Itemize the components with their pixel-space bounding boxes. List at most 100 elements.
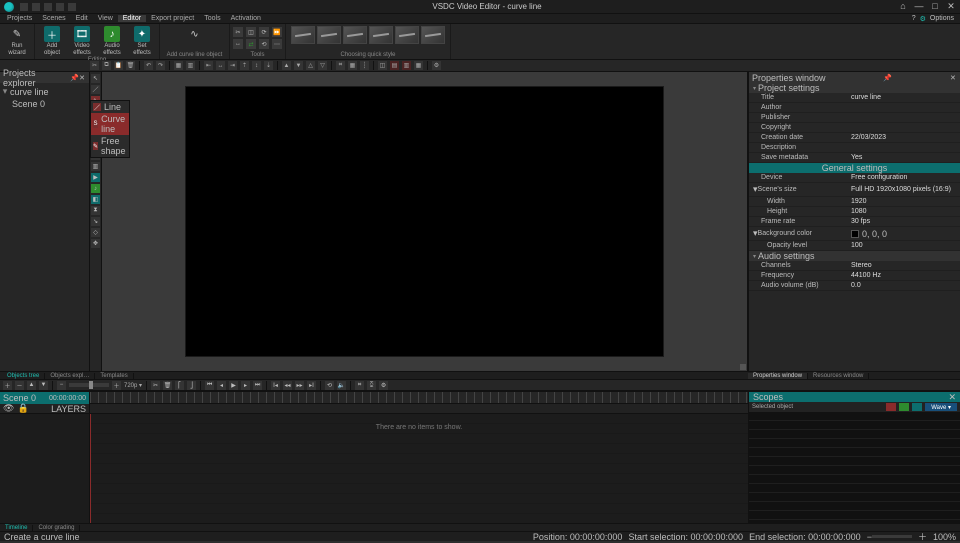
del-sel-icon[interactable]: 🗑 — [163, 381, 172, 390]
step-back-icon[interactable]: ◂ — [217, 381, 226, 390]
timeline-ruler[interactable] — [90, 392, 748, 404]
ribbon-set-effects-button[interactable]: ✦ Set effects — [128, 25, 156, 57]
tree-project-node[interactable]: ▾ curve line — [2, 85, 87, 98]
et-snap-icon[interactable]: ⌗ — [336, 61, 345, 70]
panel-pin-icon[interactable]: 📌 — [70, 74, 78, 82]
menu-help-icon[interactable]: ? — [912, 15, 916, 22]
et-front-icon[interactable]: ▲ — [282, 61, 291, 70]
prop-description-value[interactable] — [847, 143, 960, 153]
tool-cut-icon[interactable]: ✂ — [233, 27, 243, 37]
prop-height-value[interactable]: 1080 — [847, 207, 960, 217]
props-close-icon[interactable]: ✕ — [949, 74, 957, 82]
qat-save-icon[interactable] — [44, 3, 52, 11]
tool-link-icon[interactable]: ↔ — [233, 39, 243, 49]
prop-copyright-value[interactable] — [847, 123, 960, 133]
et-grid-icon[interactable]: ▦ — [348, 61, 357, 70]
prop-volume-value[interactable]: 0.0 — [847, 281, 960, 291]
props-scene-size-toggle[interactable]: ▾ Scene's size — [749, 183, 847, 197]
window-maximize-button[interactable]: □ — [930, 1, 940, 12]
resources-window-tab[interactable]: Resources window — [808, 373, 869, 379]
et-group-icon[interactable]: ▦ — [174, 61, 183, 70]
menu-projects[interactable]: Projects — [2, 15, 37, 22]
vt-audio-icon[interactable]: ♪ — [91, 184, 100, 193]
ribbon-audio-effects-button[interactable]: ♪ Audio effects — [98, 25, 126, 57]
prop-opacity-value[interactable]: 100 — [847, 241, 960, 251]
shape-freeshape-item[interactable]: ✎ Free shape — [91, 135, 129, 157]
add-track-icon[interactable]: ＋ — [3, 381, 12, 390]
play-icon[interactable]: ▶ — [229, 381, 238, 390]
quick-style-6[interactable] — [421, 26, 445, 44]
shape-line-item[interactable]: ／ Line — [91, 101, 129, 113]
prop-scene-size-value[interactable]: Full HD 1920x1080 pixels (16:9) — [847, 183, 960, 197]
scopes-mode-select[interactable]: Wave ▾ — [925, 403, 957, 411]
et-lock-icon[interactable]: ▤ — [390, 61, 399, 70]
vt-video-icon[interactable]: ▶ — [91, 173, 100, 182]
prop-width-value[interactable]: 1920 — [847, 197, 960, 207]
split-icon[interactable]: ✂ — [151, 381, 160, 390]
et-back-icon[interactable]: ▼ — [294, 61, 303, 70]
prop-fps-value[interactable]: 30 fps — [847, 217, 960, 227]
props-project-settings-hdr[interactable]: ▾ Project settings — [749, 83, 960, 93]
prev-frame-icon[interactable]: Ⅰ◂ — [271, 381, 280, 390]
resize-handle-icon[interactable] — [740, 364, 746, 370]
mark-in-icon[interactable]: ⎡ — [175, 381, 184, 390]
scopes-green-channel[interactable] — [899, 403, 909, 411]
prop-publisher-value[interactable] — [847, 113, 960, 123]
color-grading-tab[interactable]: Color grading — [33, 525, 80, 531]
prop-creation-date-value[interactable]: 22/03/2023 — [847, 133, 960, 143]
menu-export[interactable]: Export project — [146, 15, 199, 22]
prop-title-value[interactable]: curve line — [847, 93, 960, 103]
preview-canvas-area[interactable] — [102, 72, 748, 371]
tool-loop-icon[interactable]: ⟲ — [259, 39, 269, 49]
timeline-tracks[interactable]: There are no items to show. — [90, 414, 748, 523]
magnet-icon[interactable]: ⧲ — [367, 381, 376, 390]
track-down-icon[interactable]: ▼ — [39, 381, 48, 390]
et-redo-icon[interactable]: ↷ — [156, 61, 165, 70]
vt-line-icon[interactable]: ／ — [91, 85, 100, 94]
snap-tl-icon[interactable]: ⌗ — [355, 381, 364, 390]
menu-view[interactable]: View — [93, 15, 118, 22]
et-lock3-icon[interactable]: ▦ — [414, 61, 423, 70]
tool-crop-icon[interactable]: ◫ — [246, 27, 256, 37]
ribbon-curveline-button[interactable]: ∿ — [181, 25, 209, 42]
et-align-left-icon[interactable]: ⇤ — [204, 61, 213, 70]
ribbon-run-wizard-button[interactable]: ✎ Run wizard — [3, 25, 31, 57]
zoom-out-icon[interactable]: − — [57, 381, 66, 390]
tool-rotate-icon[interactable]: ⟳ — [259, 27, 269, 37]
et-guides-icon[interactable]: ┊ — [360, 61, 369, 70]
et-align-right-icon[interactable]: ⇥ — [228, 61, 237, 70]
timeline-area[interactable]: There are no items to show. — [90, 392, 748, 523]
et-align-top-icon[interactable]: ⇡ — [240, 61, 249, 70]
et-undo-icon[interactable]: ↶ — [144, 61, 153, 70]
props-general-settings-bar[interactable]: General settings — [749, 163, 960, 173]
vt-select-icon[interactable]: ↖ — [91, 74, 100, 83]
loop-icon[interactable]: ⟲ — [325, 381, 334, 390]
vt-chart-icon[interactable]: ▥ — [91, 162, 100, 171]
step-fwd-icon[interactable]: ▸ — [241, 381, 250, 390]
et-settings-icon[interactable]: ⚙ — [432, 61, 441, 70]
menu-activation[interactable]: Activation — [226, 15, 266, 22]
et-forward-icon[interactable]: △ — [306, 61, 315, 70]
qat-new-icon[interactable] — [20, 3, 28, 11]
zoom-in-icon[interactable]: ＋ — [112, 381, 121, 390]
timeline-scene-label[interactable]: Scene 0 — [3, 393, 36, 403]
ribbon-add-object-button[interactable]: ＋ Add object — [38, 25, 66, 57]
zoom-slider[interactable] — [69, 383, 109, 387]
status-zoom-plus[interactable]: ＋ — [918, 530, 927, 543]
et-safe-icon[interactable]: ◫ — [378, 61, 387, 70]
quick-style-2[interactable] — [317, 26, 341, 44]
mute-icon[interactable]: 🔈 — [337, 381, 346, 390]
props-bg-toggle[interactable]: ▾ Background color — [749, 227, 847, 241]
props-pin-icon[interactable]: 📌 — [883, 74, 891, 82]
et-backward-icon[interactable]: ▽ — [318, 61, 327, 70]
timeline-track-headers[interactable] — [0, 414, 89, 523]
et-align-mid-icon[interactable]: ↕ — [252, 61, 261, 70]
settings-tl-icon[interactable]: ⚙ — [379, 381, 388, 390]
shape-curveline-item[interactable]: S Curve line — [91, 113, 129, 135]
ribbon-video-effects-button[interactable]: 🎞 Video effects — [68, 25, 96, 57]
et-ungroup-icon[interactable]: ▥ — [186, 61, 195, 70]
mark-out-icon[interactable]: ⎦ — [187, 381, 196, 390]
timeline-playhead[interactable] — [90, 414, 91, 523]
vt-counter-icon[interactable]: ⧗ — [91, 206, 100, 215]
timeline-tab[interactable]: Timeline — [0, 525, 33, 531]
